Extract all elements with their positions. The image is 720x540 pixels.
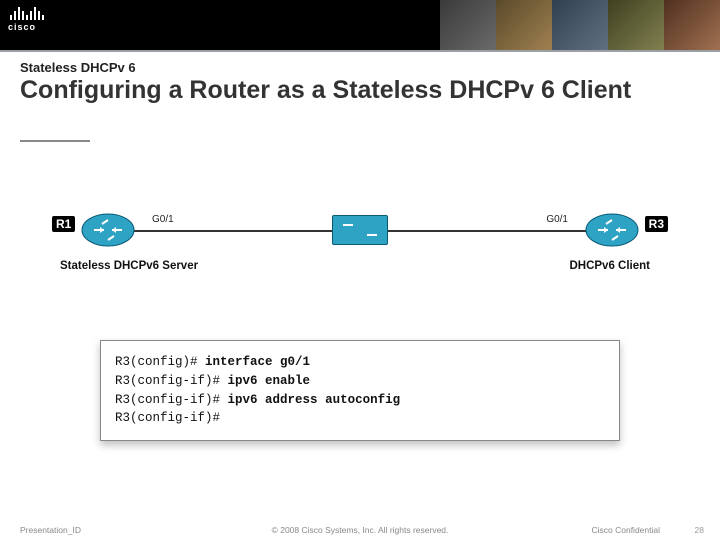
- switch-icon: [332, 210, 388, 250]
- cli-prompt: R3(config-if)#: [115, 393, 220, 407]
- slide-footer: Presentation_ID © 2008 Cisco Systems, In…: [0, 520, 720, 540]
- footer-confidential: Cisco Confidential: [591, 525, 660, 535]
- header-photo: [552, 0, 608, 50]
- cli-command: ipv6 address autoconfig: [228, 393, 401, 407]
- footer-copyright: © 2008 Cisco Systems, Inc. All rights re…: [272, 525, 449, 535]
- header-photo: [440, 0, 496, 50]
- interface-label-left: G0/1: [152, 214, 174, 225]
- slide-subtitle: Stateless DHCPv 6: [20, 60, 136, 75]
- header-photo: [496, 0, 552, 50]
- header-photo: [664, 0, 720, 50]
- brand-name: cisco: [8, 22, 36, 32]
- cli-line: R3(config-if)# ipv6 enable: [115, 372, 605, 391]
- cisco-signal-icon: [10, 4, 44, 20]
- cli-prompt: R3(config-if)#: [115, 374, 220, 388]
- header-photo: [608, 0, 664, 50]
- footer-presentation-id: Presentation_ID: [20, 525, 81, 535]
- router-r3-icon: [584, 210, 640, 250]
- title-underline: [20, 140, 90, 142]
- cli-line: R3(config)# interface g0/1: [115, 353, 605, 372]
- interface-label-right: G0/1: [546, 214, 568, 225]
- cli-output-box: R3(config)# interface g0/1 R3(config-if)…: [100, 340, 620, 441]
- network-diagram: R1 G0/1 R3 G0/1 Stateless DHCPv6 Server …: [80, 200, 640, 310]
- cisco-logo: cisco: [8, 4, 44, 32]
- slide: cisco Stateless DHCPv 6 Configuring a Ro…: [0, 0, 720, 540]
- page-number: 28: [695, 525, 704, 535]
- cli-prompt: R3(config)#: [115, 355, 198, 369]
- slide-title: Configuring a Router as a Stateless DHCP…: [20, 76, 631, 105]
- cli-command: interface g0/1: [205, 355, 310, 369]
- router-r3-label: R3: [645, 216, 668, 232]
- router-r1-label: R1: [52, 216, 75, 232]
- photo-strip: [440, 0, 720, 50]
- header-divider: [0, 50, 720, 52]
- top-bar: cisco: [0, 0, 720, 50]
- cli-line: R3(config-if)# ipv6 address autoconfig: [115, 391, 605, 410]
- role-label-server: Stateless DHCPv6 Server: [60, 260, 198, 272]
- cli-prompt: R3(config-if)#: [115, 411, 220, 425]
- cli-line: R3(config-if)#: [115, 409, 605, 428]
- role-label-client: DHCPv6 Client: [569, 260, 650, 272]
- cli-command: ipv6 enable: [228, 374, 311, 388]
- router-r1-icon: [80, 210, 136, 250]
